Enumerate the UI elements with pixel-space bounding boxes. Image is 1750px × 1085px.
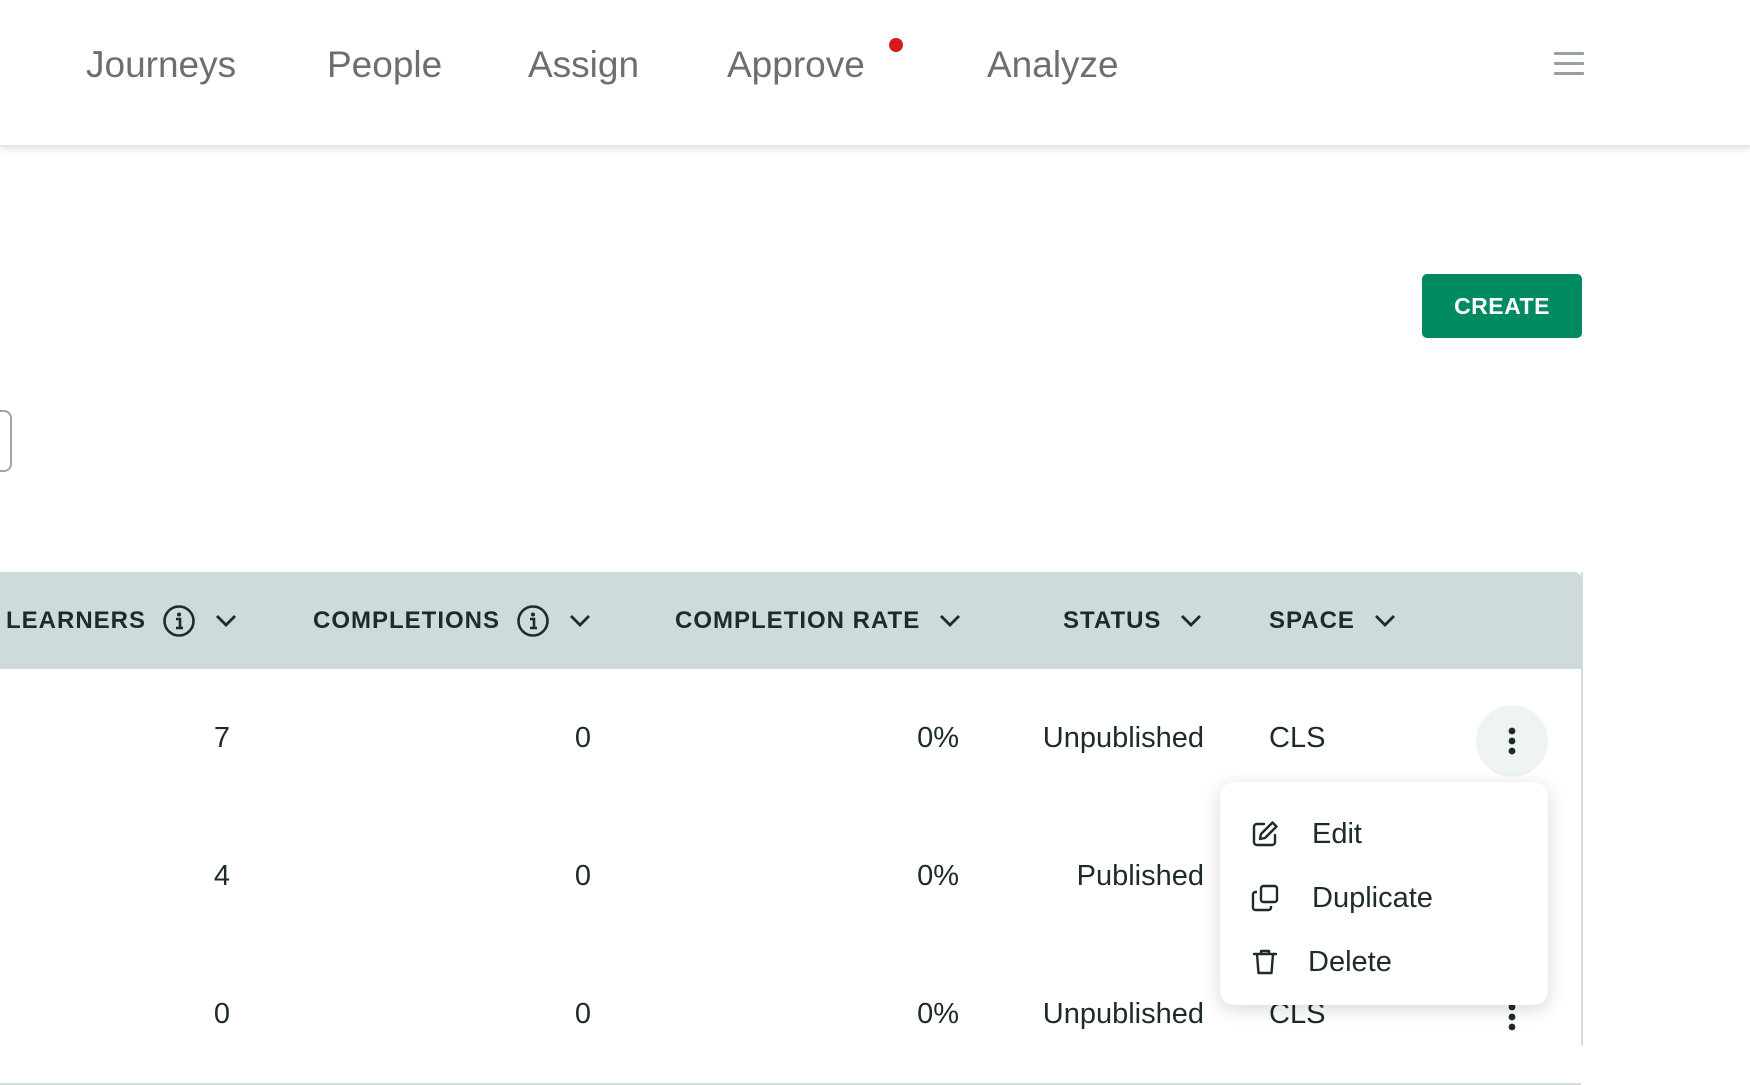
menu-item-duplicate[interactable]: Duplicate <box>1220 866 1548 930</box>
notification-dot <box>889 38 903 52</box>
column-label: STATUS <box>1063 606 1162 634</box>
more-vertical-icon <box>1508 1003 1516 1031</box>
menu-item-label: Delete <box>1308 946 1392 978</box>
column-label: SPACE <box>1269 606 1355 634</box>
nav-item-assign[interactable]: Assign <box>528 40 639 90</box>
nav-item-approve[interactable]: Approve <box>727 40 865 90</box>
column-header-learners[interactable]: LEARNERS <box>6 572 238 669</box>
more-vertical-icon <box>1508 727 1516 755</box>
column-header-status[interactable]: STATUS <box>1063 572 1203 669</box>
nav-item-journeys[interactable]: Journeys <box>86 40 236 90</box>
search-input[interactable] <box>0 410 12 472</box>
cell-completion-rate: 0% <box>917 721 959 754</box>
cell-completion-rate: 0% <box>917 859 959 892</box>
row-actions-menu: Edit Duplicate Delete <box>1220 782 1548 1005</box>
info-icon[interactable] <box>162 604 196 638</box>
cell-learners: 4 <box>213 859 230 892</box>
chevron-down-icon[interactable] <box>214 609 238 633</box>
column-label: COMPLETION RATE <box>675 606 921 634</box>
create-button[interactable]: CREATE <box>1422 274 1582 338</box>
info-icon[interactable] <box>516 604 550 638</box>
trash-icon <box>1252 949 1278 975</box>
row-actions-button[interactable] <box>1476 705 1548 777</box>
nav-item-analyze[interactable]: Analyze <box>987 40 1119 90</box>
edit-icon <box>1252 821 1278 847</box>
chevron-down-icon[interactable] <box>568 609 592 633</box>
chevron-down-icon[interactable] <box>1373 609 1397 633</box>
menu-item-label: Duplicate <box>1312 882 1433 914</box>
cell-completions: 0 <box>574 721 591 754</box>
duplicate-icon <box>1251 884 1279 912</box>
cell-completion-rate: 0% <box>917 997 959 1030</box>
cell-completions: 0 <box>574 859 591 892</box>
column-header-completion-rate[interactable]: COMPLETION RATE <box>675 572 962 669</box>
column-label: LEARNERS <box>6 606 147 634</box>
column-label: COMPLETIONS <box>313 606 501 634</box>
chevron-down-icon[interactable] <box>1179 609 1203 633</box>
table-header: LEARNERS COMPLETIONS COMPLETION RATE STA… <box>0 572 1582 669</box>
cell-status: Unpublished <box>1042 721 1204 754</box>
cell-status: Published <box>1076 859 1204 892</box>
column-header-completions[interactable]: COMPLETIONS <box>313 572 592 669</box>
menu-item-delete[interactable]: Delete <box>1220 930 1548 994</box>
hamburger-icon[interactable] <box>1554 50 1584 78</box>
top-navigation: Journeys People Assign Approve Analyze <box>0 0 1750 146</box>
cell-learners: 7 <box>213 721 230 754</box>
column-header-space[interactable]: SPACE <box>1269 572 1397 669</box>
cell-status: Unpublished <box>1042 997 1204 1030</box>
cell-completions: 0 <box>574 997 591 1030</box>
chevron-down-icon[interactable] <box>938 609 962 633</box>
menu-item-label: Edit <box>1312 818 1362 850</box>
nav-item-people[interactable]: People <box>327 40 442 90</box>
cell-learners: 0 <box>213 997 230 1030</box>
menu-item-edit[interactable]: Edit <box>1220 802 1548 866</box>
